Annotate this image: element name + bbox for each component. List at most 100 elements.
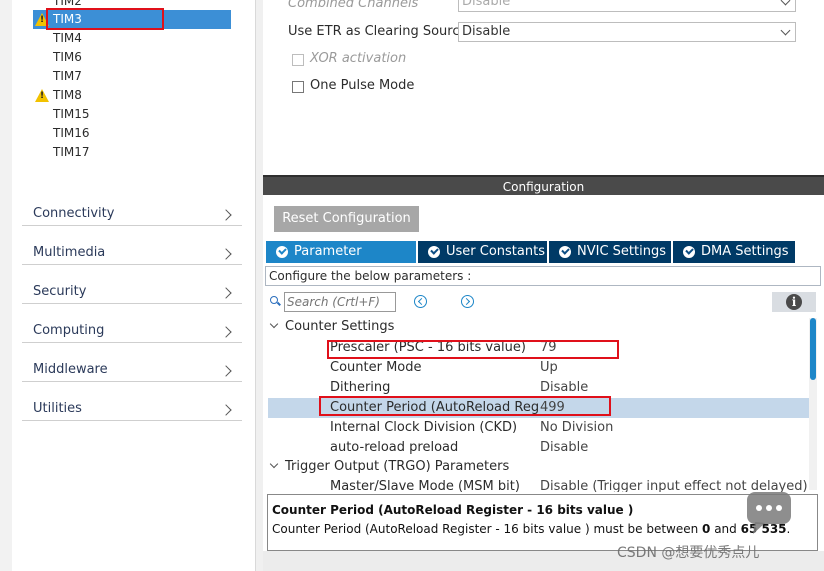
param-row-dithering[interactable]: Dithering Disable <box>268 378 809 398</box>
param-name: Dithering <box>330 380 391 395</box>
combined-channels-label: Combined Channels <box>288 0 419 11</box>
chevron-down-icon <box>780 25 791 36</box>
tree-item-tim17[interactable]: TIM17 <box>33 143 231 162</box>
info-button[interactable]: i <box>772 292 816 312</box>
category-security[interactable]: Security <box>22 268 242 304</box>
tab-dma-settings[interactable]: DMA Settings <box>673 241 795 263</box>
tab-user-constants[interactable]: User Constants <box>418 241 547 263</box>
param-row-clock-division[interactable]: Internal Clock Division (CKD) No Division <box>268 418 809 438</box>
search-next-icon[interactable] <box>461 295 474 308</box>
category-label: Utilities <box>33 401 82 416</box>
tree-item-label: TIM2 <box>53 0 82 8</box>
tree-item-tim6[interactable]: TIM6 <box>33 48 231 67</box>
category-computing[interactable]: Computing <box>22 307 242 343</box>
tree-item-label: TIM7 <box>53 69 82 83</box>
tree-item-label: TIM15 <box>53 107 90 121</box>
param-value[interactable]: No Division <box>540 418 613 438</box>
left-panel: TIM2 TIM3 TIM4 TIM6 TIM7 TIM8 TIM15 TIM1… <box>0 0 263 571</box>
tree-item-tim8[interactable]: TIM8 <box>33 86 231 105</box>
param-name: Prescaler (PSC - 16 bits value) <box>330 340 526 355</box>
category-multimedia[interactable]: Multimedia <box>22 229 242 265</box>
param-name: Internal Clock Division (CKD) <box>330 420 518 435</box>
category-label: Computing <box>33 323 105 338</box>
chevron-down-icon <box>269 459 279 469</box>
param-value[interactable]: 79 <box>540 338 557 358</box>
param-value[interactable]: Up <box>540 358 558 378</box>
right-panel: Combined Channels Disable Use ETR as Cle… <box>263 0 824 571</box>
tree-item-label: TIM6 <box>53 50 82 64</box>
etr-select[interactable]: Disable <box>458 22 796 42</box>
category-label: Middleware <box>33 362 108 377</box>
chevron-right-icon <box>220 326 232 338</box>
param-value[interactable]: Disable <box>540 438 588 458</box>
chevron-down-icon <box>269 319 279 329</box>
chat-bubble-icon <box>747 492 791 534</box>
category-label: Connectivity <box>33 206 115 221</box>
category-middleware[interactable]: Middleware <box>22 346 242 382</box>
tree-item-label: TIM16 <box>53 126 90 140</box>
chevron-right-icon <box>220 404 232 416</box>
description-prefix: Counter Period (AutoReload Register - 16… <box>272 522 703 536</box>
tree-item-tim16[interactable]: TIM16 <box>33 124 231 143</box>
configuration-header: Configuration <box>263 175 824 195</box>
group-trgo-parameters[interactable]: Trigger Output (TRGO) Parameters <box>269 459 510 474</box>
combined-channels-select[interactable]: Disable <box>458 0 796 12</box>
chevron-right-icon <box>220 248 232 260</box>
param-name: Master/Slave Mode (MSM bit) <box>330 479 520 492</box>
param-name: Counter Period (AutoReload Regi... <box>330 400 538 415</box>
tab-nvic-settings[interactable]: NVIC Settings <box>549 241 671 263</box>
param-row-prescaler[interactable]: Prescaler (PSC - 16 bits value) 79 <box>268 338 809 358</box>
param-row-counter-mode[interactable]: Counter Mode Up <box>268 358 809 378</box>
watermark: CSDN @想要优秀点儿 <box>617 545 760 561</box>
tree-item-label: TIM8 <box>53 88 82 102</box>
check-circle-icon <box>276 246 288 258</box>
param-row-counter-period[interactable]: Counter Period (AutoReload Regi... 499 <box>268 398 809 418</box>
panel-divider[interactable] <box>255 0 263 571</box>
category-connectivity[interactable]: Connectivity <box>22 190 242 226</box>
scrollbar-thumb[interactable] <box>810 318 816 380</box>
select-value: Disable <box>462 24 511 39</box>
description-title: Counter Period (AutoReload Register - 16… <box>272 503 634 517</box>
param-row-master-slave-mode[interactable]: Master/Slave Mode (MSM bit) Disable (Trig… <box>268 478 809 492</box>
warning-icon <box>35 13 49 26</box>
tree-item-label: TIM3 <box>53 12 82 26</box>
tree-item-tim15[interactable]: TIM15 <box>33 105 231 124</box>
search-previous-icon[interactable] <box>414 295 427 308</box>
tree-item-label: TIM4 <box>53 31 82 45</box>
chevron-right-icon <box>220 287 232 299</box>
check-circle-icon <box>683 246 695 258</box>
description-and: and <box>710 522 741 536</box>
xor-checkbox[interactable] <box>292 54 304 66</box>
etr-label: Use ETR as Clearing Source <box>288 24 468 39</box>
chevron-down-icon <box>780 0 791 6</box>
configure-hint: Configure the below parameters : <box>265 266 821 286</box>
tab-label: DMA Settings <box>701 244 789 259</box>
tab-label: User Constants <box>446 244 545 259</box>
select-value: Disable <box>462 0 511 9</box>
chevron-right-icon <box>220 365 232 377</box>
param-name: Counter Mode <box>330 360 422 375</box>
reset-configuration-button[interactable]: Reset Configuration <box>274 206 419 232</box>
one-pulse-label: One Pulse Mode <box>310 78 415 93</box>
check-circle-icon <box>559 246 571 258</box>
group-label: Trigger Output (TRGO) Parameters <box>285 459 510 474</box>
search-icon <box>270 296 278 304</box>
chevron-right-icon <box>220 209 232 221</box>
tab-parameter-settings[interactable]: Parameter Settings <box>266 241 416 281</box>
category-utilities[interactable]: Utilities <box>22 385 242 421</box>
one-pulse-checkbox[interactable] <box>292 81 304 93</box>
search-input[interactable] <box>284 292 396 312</box>
tree-item-tim3[interactable]: TIM3 <box>33 10 231 29</box>
tab-label: NVIC Settings <box>577 244 666 259</box>
group-counter-settings[interactable]: Counter Settings <box>269 319 395 334</box>
warning-icon <box>35 89 49 102</box>
category-label: Multimedia <box>33 245 106 260</box>
param-value[interactable]: 499 <box>540 398 565 418</box>
param-row-auto-reload-preload[interactable]: auto-reload preload Disable <box>268 438 809 458</box>
tree-item-tim4[interactable]: TIM4 <box>33 29 231 48</box>
param-value[interactable]: Disable <box>540 378 588 398</box>
category-label: Security <box>33 284 87 299</box>
tree-item-tim7[interactable]: TIM7 <box>33 67 231 86</box>
group-label: Counter Settings <box>285 319 395 334</box>
xor-label: XOR activation <box>310 51 407 66</box>
